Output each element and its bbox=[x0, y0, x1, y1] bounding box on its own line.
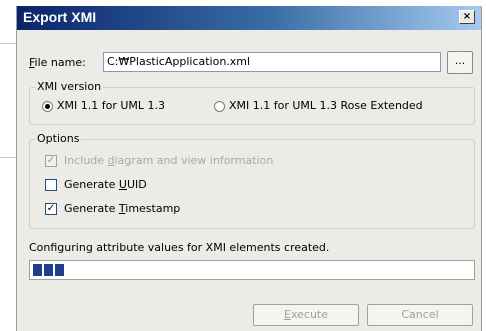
title-bar[interactable]: Export XMI × bbox=[17, 6, 481, 30]
file-name-label: File name: bbox=[29, 56, 86, 69]
progress-bar bbox=[29, 260, 475, 280]
generate-uuid-checkbox[interactable] bbox=[45, 179, 57, 191]
checkmark-icon: ✓ bbox=[46, 203, 56, 214]
browse-button[interactable]: ... bbox=[447, 51, 473, 74]
generate-uuid-label[interactable]: Generate UUID bbox=[64, 178, 147, 191]
close-button[interactable]: × bbox=[459, 10, 475, 24]
checkmark-icon: ✓ bbox=[46, 155, 56, 166]
radio-xmi-uml13-rose-label[interactable]: XMI 1.1 for UML 1.3 Rose Extended bbox=[229, 99, 423, 112]
status-text: Configuring attribute values for XMI ele… bbox=[29, 241, 330, 254]
radio-selected-dot bbox=[45, 104, 50, 109]
options-legend: Options bbox=[35, 132, 82, 145]
progress-segment bbox=[55, 264, 64, 276]
dialog-title: Export XMI bbox=[23, 9, 97, 25]
execute-button[interactable]: Execute bbox=[253, 304, 359, 326]
cancel-button[interactable]: Cancel bbox=[367, 304, 473, 326]
file-name-input[interactable]: C:₩PlasticApplication.xml bbox=[103, 52, 441, 72]
close-icon: × bbox=[462, 11, 472, 22]
include-diagram-label: Include diagram and view information bbox=[64, 154, 274, 167]
progress-segment bbox=[44, 264, 53, 276]
radio-xmi-uml13-label[interactable]: XMI 1.1 for UML 1.3 bbox=[57, 99, 165, 112]
export-xmi-dialog: Export XMI × File name: C:₩PlasticApplic… bbox=[16, 6, 482, 331]
include-diagram-checkbox[interactable]: ✓ bbox=[45, 155, 57, 167]
progress-segment bbox=[33, 264, 42, 276]
radio-xmi-uml13[interactable] bbox=[42, 101, 53, 112]
xmi-version-legend: XMI version bbox=[35, 80, 104, 93]
radio-xmi-uml13-rose[interactable] bbox=[214, 101, 225, 112]
generate-timestamp-checkbox[interactable]: ✓ bbox=[45, 203, 57, 215]
generate-timestamp-label[interactable]: Generate Timestamp bbox=[64, 202, 180, 215]
